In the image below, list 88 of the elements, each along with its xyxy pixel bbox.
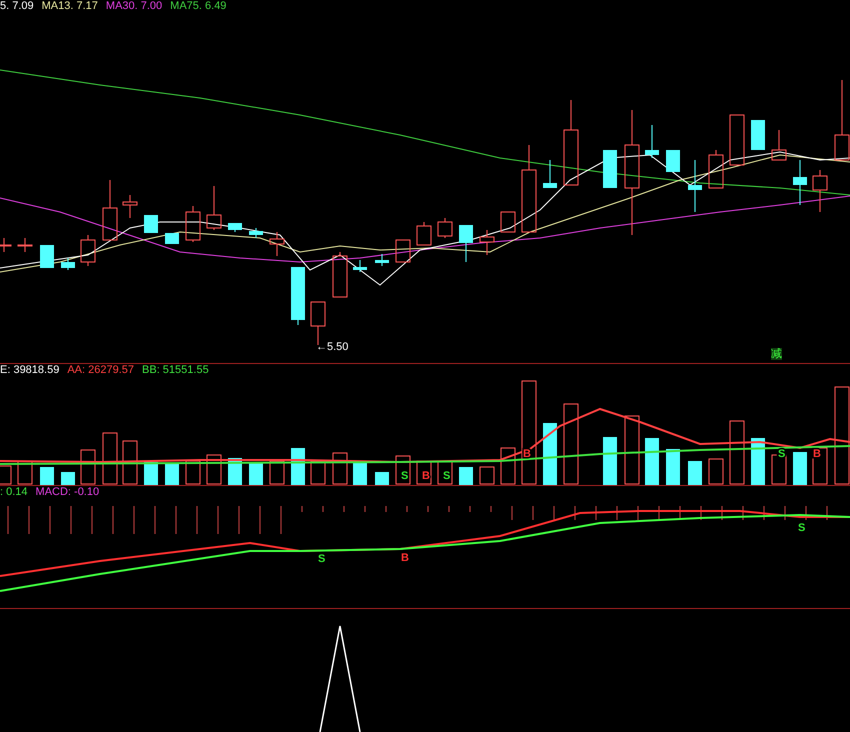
candlestick — [416, 222, 432, 246]
signal-letter: B — [422, 470, 430, 482]
candlestick — [730, 114, 744, 166]
signal-letter: B — [813, 448, 821, 460]
volume-bar — [0, 466, 12, 484]
candlestick — [291, 266, 305, 326]
candlestick — [375, 254, 389, 266]
low-price-label: ←5.50 — [316, 341, 348, 353]
candlestick — [666, 150, 680, 172]
candlestick — [206, 186, 222, 230]
volume-bar — [80, 450, 96, 484]
volume-bar — [603, 437, 617, 485]
volume-bar — [438, 460, 452, 484]
volume-bar — [165, 463, 179, 485]
candlestick — [186, 206, 200, 242]
legend-value: 5. 7.09 — [0, 0, 34, 13]
candlestick — [645, 124, 659, 158]
volume-bar — [543, 423, 557, 485]
candlestick — [122, 194, 138, 218]
volume-bar — [730, 420, 744, 484]
candlestick — [40, 244, 54, 268]
chart-marker: 减 — [771, 348, 782, 360]
volume-bar — [459, 467, 473, 485]
volume-bar — [751, 438, 765, 485]
legend-value: AA: 26279.57 — [67, 364, 134, 377]
volume-bar — [480, 466, 494, 484]
signal-letter: S — [443, 470, 450, 482]
candlestick — [228, 222, 242, 232]
volume-bar — [812, 448, 828, 484]
volume-bar — [396, 456, 410, 484]
legend-value: E: 39818.59 — [0, 364, 60, 377]
volume-bar — [102, 432, 118, 484]
candlestick — [603, 150, 617, 188]
legend-value: MA30. 7.00 — [106, 0, 162, 13]
signal-letter: B — [523, 448, 531, 460]
legend-value: BB: 51551.55 — [142, 364, 209, 377]
candlestick — [396, 240, 410, 262]
legend-value: MA13. 7.17 — [42, 0, 98, 13]
signal-letter: B — [401, 552, 409, 564]
candlestick — [18, 238, 32, 252]
candlestick — [270, 232, 284, 256]
signal-letter: S — [401, 470, 408, 482]
candlestick — [80, 234, 96, 266]
candlestick — [708, 150, 724, 188]
signal-letter: S — [798, 522, 806, 534]
volume-bar — [18, 460, 32, 484]
volume-bar — [206, 454, 222, 484]
volume-bar — [144, 462, 158, 485]
volume-bar — [375, 472, 389, 485]
volume-bar — [40, 467, 54, 485]
volume-bar — [793, 452, 807, 485]
candlestick — [812, 170, 828, 212]
volume-bar — [249, 462, 263, 485]
candlestick — [332, 252, 348, 298]
volume-bar — [61, 472, 75, 485]
volume-bar — [353, 461, 367, 485]
signal-letter: S — [318, 553, 326, 565]
volume-bar — [708, 458, 724, 484]
volume-bar — [500, 448, 516, 484]
candlestick — [102, 180, 118, 240]
volume-bar — [122, 440, 138, 484]
candlestick — [500, 212, 516, 232]
candlestick — [144, 214, 158, 234]
volume-bar — [666, 449, 680, 485]
candlestick — [751, 120, 765, 150]
legend-value: : 0.14 — [0, 486, 28, 499]
candlestick — [249, 228, 263, 238]
candlestick — [793, 160, 807, 206]
volume-bar — [624, 416, 640, 484]
candlestick — [459, 224, 473, 262]
legend-value: MA75. 6.49 — [170, 0, 226, 13]
candlestick — [61, 258, 75, 270]
candlestick — [480, 230, 494, 256]
volume-bar — [645, 438, 659, 485]
volume-bar — [270, 460, 284, 484]
volume-bar — [310, 460, 326, 484]
candlestick — [0, 238, 12, 252]
candlestick — [438, 218, 452, 238]
volume-bar — [416, 460, 432, 484]
candlestick — [543, 160, 557, 188]
candlestick — [165, 232, 179, 244]
volume-bar — [332, 452, 348, 484]
candlestick — [353, 260, 367, 272]
volume-bar — [688, 461, 702, 485]
candlestick — [688, 160, 702, 212]
legend-value: MACD: -0.10 — [36, 486, 100, 499]
volume-bar — [186, 460, 200, 484]
candlestick — [772, 130, 786, 160]
